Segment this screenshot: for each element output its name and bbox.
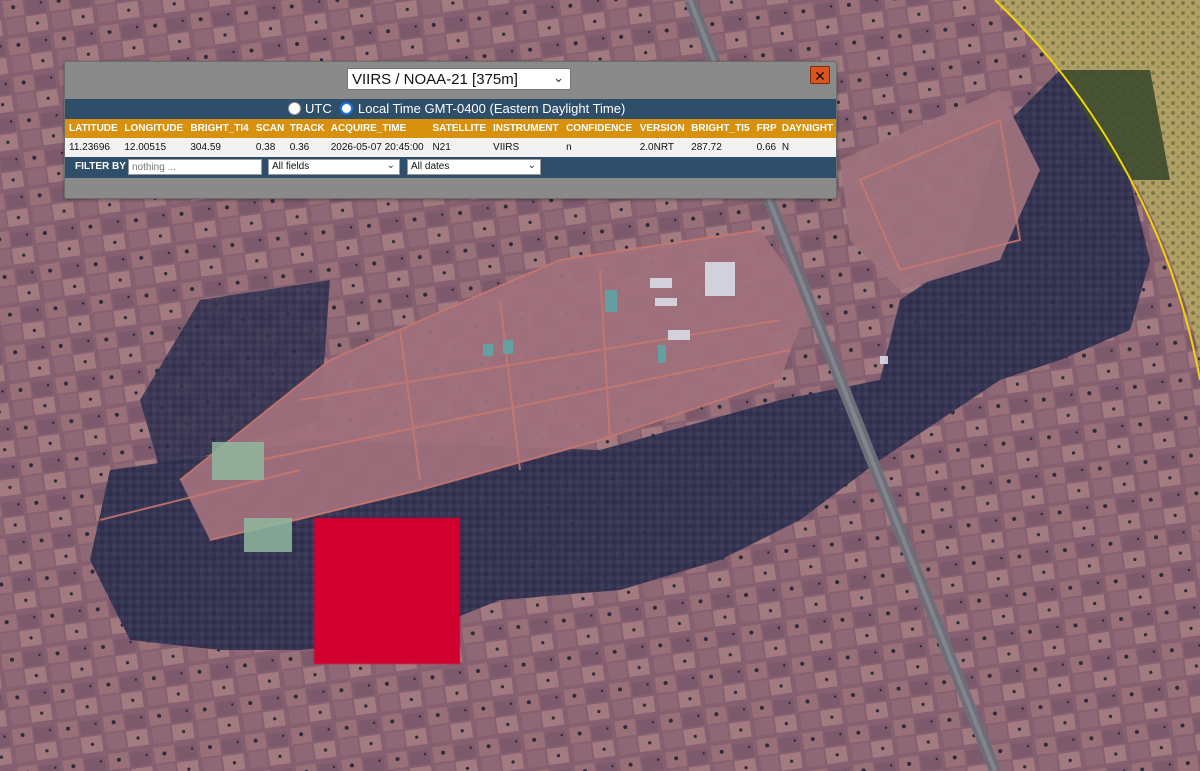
filter-label: FILTER BY — [75, 161, 126, 172]
cell-satellite: N21 — [428, 138, 490, 157]
cell-frp: 0.66 — [752, 138, 778, 157]
timezone-selector: UTC Local Time GMT-0400 (Eastern Dayligh… — [65, 99, 836, 119]
fire-detection-marker[interactable] — [314, 518, 460, 664]
fields-select-value: All fields — [272, 161, 310, 172]
chevron-down-icon: ⌄ — [553, 70, 564, 85]
col-acquire-time[interactable]: ACQUIRE_TIME — [326, 119, 429, 138]
col-latitude[interactable]: LATITUDE — [65, 119, 121, 138]
col-confidence[interactable]: CONFIDENCE — [562, 119, 636, 138]
col-longitude[interactable]: LONGITUDE — [120, 119, 187, 138]
table-row: 11.23696 12.00515 304.59 0.38 0.36 2026-… — [65, 138, 836, 157]
cell-daynight: N — [777, 138, 836, 157]
satellite-select[interactable]: VIIRS / NOAA-21 [375m] ⌄ — [347, 68, 571, 90]
filter-bar: FILTER BY All fields ⌄ All dates ⌄ — [65, 157, 836, 178]
cell-longitude: 12.00515 — [120, 138, 187, 157]
dates-select-value: All dates — [411, 161, 450, 172]
cell-track: 0.36 — [285, 138, 327, 157]
filter-input[interactable] — [128, 159, 262, 175]
chevron-down-icon: ⌄ — [386, 160, 395, 171]
col-scan[interactable]: SCAN — [251, 119, 286, 138]
cell-version: 2.0NRT — [635, 138, 688, 157]
col-frp[interactable]: FRP — [752, 119, 778, 138]
cell-latitude: 11.23696 — [65, 138, 121, 157]
local-time-radio[interactable] — [340, 102, 353, 115]
local-time-label: Local Time GMT-0400 (Eastern Daylight Ti… — [358, 101, 626, 116]
fire-data-table: LATITUDE LONGITUDE BRIGHT_TI4 SCAN TRACK… — [65, 119, 836, 157]
fire-info-popup: VIIRS / NOAA-21 [375m] ⌄ ✕ UTC Local Tim… — [64, 61, 837, 199]
close-button[interactable]: ✕ — [810, 66, 830, 84]
dates-select[interactable]: All dates ⌄ — [407, 159, 541, 175]
chevron-down-icon: ⌄ — [527, 160, 536, 171]
table-header-row: LATITUDE LONGITUDE BRIGHT_TI4 SCAN TRACK… — [65, 119, 836, 138]
col-version[interactable]: VERSION — [635, 119, 688, 138]
col-instrument[interactable]: INSTRUMENT — [489, 119, 563, 138]
cell-bright-ti5: 287.72 — [687, 138, 753, 157]
cell-instrument: VIIRS — [489, 138, 563, 157]
satellite-select-value: VIIRS / NOAA-21 [375m] — [352, 71, 518, 88]
col-satellite[interactable]: SATELLITE — [428, 119, 490, 138]
fields-select[interactable]: All fields ⌄ — [268, 159, 400, 175]
col-bright-ti5[interactable]: BRIGHT_TI5 — [687, 119, 753, 138]
col-track[interactable]: TRACK — [285, 119, 327, 138]
col-daynight[interactable]: DAYNIGHT — [777, 119, 836, 138]
utc-radio[interactable] — [288, 102, 301, 115]
utc-label: UTC — [305, 101, 332, 116]
cell-acquire-time: 2026-05-07 20:45:00 — [326, 138, 429, 157]
cell-confidence: n — [562, 138, 636, 157]
cell-bright-ti4: 304.59 — [186, 138, 252, 157]
cell-scan: 0.38 — [251, 138, 286, 157]
col-bright-ti4[interactable]: BRIGHT_TI4 — [186, 119, 252, 138]
